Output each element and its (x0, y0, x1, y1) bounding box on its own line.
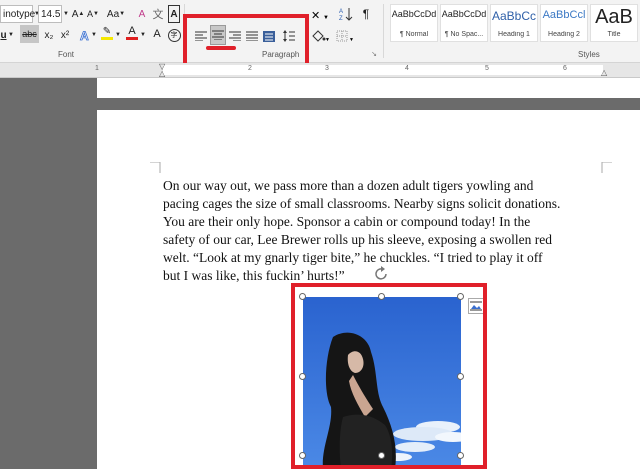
enclose-characters-button[interactable]: 字 (167, 26, 181, 44)
asian-layout-button[interactable]: ✕ ▼ (310, 5, 330, 23)
underline-marker (206, 46, 236, 50)
ruler-text-area (163, 65, 603, 75)
svg-text:▼: ▼ (325, 37, 329, 42)
sort-button[interactable]: AZ (338, 5, 354, 23)
sort-az-icon: AZ (339, 8, 353, 21)
rotate-handle-icon[interactable] (374, 266, 390, 282)
text-effects-button[interactable]: A (78, 26, 92, 44)
ribbon: inotype ▼ 14.5 ▼ A ▲ A ▼ Aa ▼ A 文 A u ▼ abc… (0, 0, 640, 72)
strikethrough-button[interactable]: abc (20, 25, 39, 43)
subscript-label: x₂ (44, 29, 54, 41)
borders-icon: ▼ (336, 30, 354, 42)
text-effects-icon: A (80, 29, 90, 41)
font-color-button[interactable]: A (125, 24, 139, 42)
indent-marker-icon[interactable]: ▽ △ (159, 63, 165, 78)
page-gap (97, 98, 640, 110)
chevron-down-icon[interactable]: ▼ (8, 26, 14, 44)
style-sample: AaB (595, 6, 633, 28)
ruler-number: 5 (485, 65, 489, 72)
ruler-number: 3 (325, 65, 329, 72)
style-heading-2[interactable]: AaBbCcl Heading 2 (540, 4, 588, 42)
clear-format-label: A (138, 8, 146, 20)
change-case-label: Aa (106, 8, 120, 20)
shrink-font-button[interactable]: A ▼ (87, 5, 99, 23)
style-normal[interactable]: AaBbCcDd ¶ Normal (390, 4, 438, 42)
grow-font-label: A (71, 8, 79, 20)
style-sample: AaBbCcDd (441, 9, 487, 19)
font-name-value: inotype (3, 8, 36, 20)
style-sample: AaBbCcDd (391, 9, 437, 19)
superscript-label: x² (60, 29, 70, 41)
svg-text:✕: ✕ (311, 10, 320, 21)
style-name: ¶ Normal (399, 31, 429, 38)
grow-font-button[interactable]: A ▲ (71, 5, 85, 23)
svg-text:A: A (80, 29, 89, 41)
text-line: safety of our car, Lee Brewer rolls up h… (163, 232, 552, 247)
highlight-color-bar (101, 37, 113, 40)
crop-mark-top-right (601, 162, 612, 173)
styles-group-label: Styles (578, 50, 600, 59)
style-name: Title (607, 31, 621, 38)
clear-formatting-button[interactable]: A (135, 5, 149, 23)
text-line: pacing cages the size of small classroom… (163, 196, 561, 211)
highlighter-icon: ✎ (102, 26, 112, 37)
text-line: On our way out, we pass more than a doze… (163, 178, 534, 193)
asian-layout-icon: ✕ ▼ (311, 10, 329, 21)
font-color-bar (126, 37, 138, 40)
style-sample: AaBbCcl (542, 9, 586, 21)
borders-button[interactable]: ▼ (335, 27, 355, 45)
chevron-down-icon[interactable]: ▼ (62, 5, 70, 23)
ruler-number: 4 (405, 65, 409, 72)
font-name-box[interactable]: inotype (0, 5, 36, 23)
text-line: You are their only hope. Sponsor a cabin… (163, 214, 531, 229)
ruler-number: 2 (248, 65, 252, 72)
style-name: ¶ No Spac... (444, 31, 484, 38)
style-sample: AaBbCc (491, 9, 537, 23)
highlight-color-button[interactable]: ✎ (100, 24, 114, 42)
ruler-number: 6 (563, 65, 567, 72)
font-group-label: Font (58, 50, 75, 59)
style-title[interactable]: AaB Title (590, 4, 638, 42)
chevron-down-icon[interactable]: ▼ (140, 26, 146, 44)
font-size-box[interactable]: 14.5 (38, 5, 62, 23)
style-heading-1[interactable]: AaBbCc Heading 1 (490, 4, 538, 42)
superscript-button[interactable]: x² (58, 26, 72, 44)
style-name: Heading 1 (498, 31, 530, 38)
svg-text:▼: ▼ (349, 37, 354, 42)
svg-text:▼: ▼ (323, 15, 329, 21)
font-color-label: A (128, 25, 136, 37)
group-divider (383, 4, 384, 58)
crop-mark-top-left (150, 162, 161, 173)
svg-text:Z: Z (339, 16, 343, 21)
paint-bucket-icon: ▼ (312, 30, 329, 42)
svg-text:A: A (339, 9, 343, 15)
show-marks-button[interactable]: ¶ (360, 5, 372, 23)
change-case-button[interactable]: Aa ▼ (106, 5, 126, 23)
ruler-number: 1 (95, 65, 99, 72)
char-shading-label: A (153, 28, 161, 40)
highlight-box-picture (291, 283, 487, 469)
style-no-spacing[interactable]: AaBbCcDd ¶ No Spac... (440, 4, 488, 42)
underline-button[interactable]: u (0, 26, 7, 44)
right-indent-marker-icon[interactable]: △ (601, 68, 607, 77)
font-size-value: 14.5 (41, 8, 61, 20)
enclose-characters-icon: 字 (167, 28, 181, 42)
chevron-down-icon[interactable]: ▼ (91, 26, 97, 44)
character-border-button[interactable]: A (168, 5, 180, 23)
shading-button[interactable]: ▼ (310, 27, 330, 45)
text-line: welt. “Look at my gnarly tiger bite,” he… (163, 250, 543, 265)
previous-page-bottom (97, 78, 640, 98)
paragraph-dialog-launcher[interactable]: ↘ (370, 50, 378, 58)
character-shading-button[interactable]: A (150, 25, 164, 43)
phonetic-guide-icon[interactable]: 文 (151, 5, 165, 23)
style-name: Heading 2 (548, 31, 580, 38)
horizontal-ruler[interactable]: ▽ △ △ 1 2 3 4 5 6 (0, 63, 640, 78)
subscript-button[interactable]: x₂ (42, 26, 56, 44)
chevron-down-icon[interactable]: ▼ (115, 26, 121, 44)
